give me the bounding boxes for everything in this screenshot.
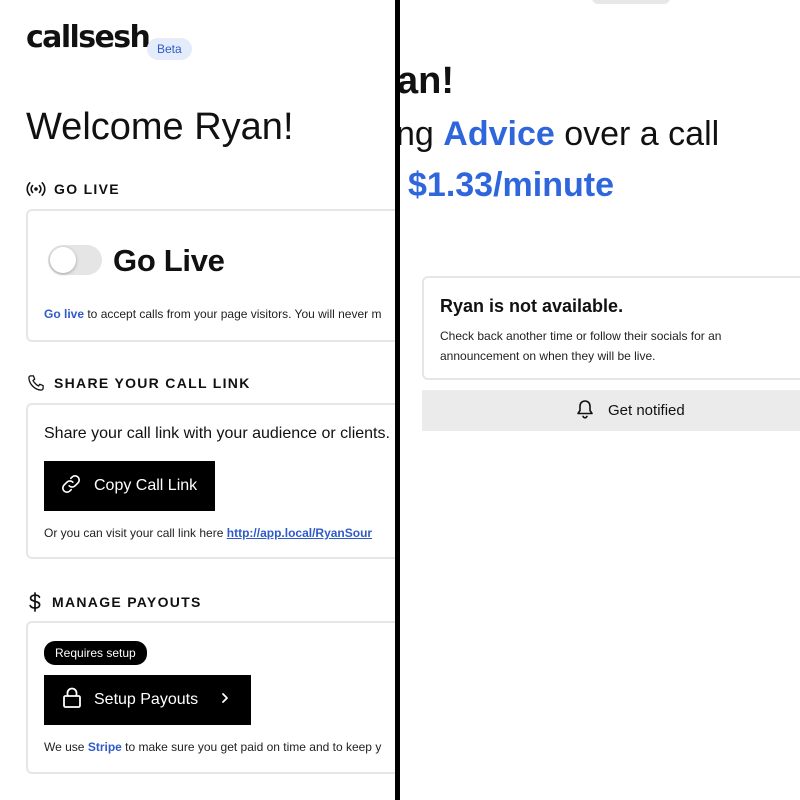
- manage-payouts-heading: MANAGE PAYOUTS: [26, 592, 202, 612]
- subheading-accent: Advice: [443, 115, 555, 153]
- share-call-link-heading-label: SHARE YOUR CALL LINK: [54, 375, 251, 391]
- go-live-card: Go Live Go live to accept calls from you…: [26, 209, 395, 342]
- top-tab-handle: [592, 0, 670, 4]
- go-live-heading: GO LIVE: [26, 181, 120, 197]
- chevron-right-icon: [220, 691, 230, 709]
- stripe-link[interactable]: Stripe: [88, 740, 122, 754]
- toggle-knob: [50, 247, 76, 273]
- share-call-link-text: Share your call link with your audience …: [44, 425, 390, 442]
- payouts-description: We use Stripe to make sure you get paid …: [44, 740, 381, 754]
- payouts-description-rest: to make sure you get paid on time and to…: [121, 740, 382, 754]
- status-badge: Requires setup: [44, 641, 147, 665]
- call-link-url[interactable]: http://app.local/RyanSour: [227, 526, 372, 540]
- manage-payouts-card: Requires setup Setup Payouts We use Stri…: [26, 621, 395, 774]
- go-live-title: Go Live: [113, 243, 225, 278]
- call-price: $1.33/minute: [408, 166, 614, 204]
- setup-payouts-label: Setup Payouts: [94, 691, 199, 708]
- unavailable-card: Ryan is not available. Check back anothe…: [422, 276, 800, 380]
- copy-call-link-button[interactable]: Copy Call Link: [44, 461, 215, 511]
- subheading-suffix: over a call: [554, 115, 720, 153]
- lock-icon: [62, 687, 82, 714]
- call-link-visit-prefix: Or you can visit your call link here: [44, 526, 227, 540]
- go-live-link[interactable]: Go live: [44, 307, 84, 321]
- call-link-visit-text: Or you can visit your call link here htt…: [44, 526, 372, 540]
- profile-heading: an!: [400, 60, 454, 102]
- public-profile-pane: an! ng Advice over a call $1.33/minute R…: [400, 0, 800, 800]
- go-live-description: Go live to accept calls from your page v…: [44, 307, 381, 321]
- go-live-heading-label: GO LIVE: [54, 181, 120, 197]
- unavailable-description: Check back another time or follow their …: [440, 329, 722, 363]
- subheading-prefix: ng: [400, 115, 444, 153]
- beta-badge: Beta: [147, 38, 192, 60]
- unavailable-title: Ryan is not available.: [440, 296, 624, 316]
- share-call-link-heading: SHARE YOUR CALL LINK: [26, 374, 251, 392]
- profile-subheading: ng Advice over a call: [400, 115, 719, 154]
- page-title: Welcome Ryan!: [26, 106, 294, 148]
- go-live-description-text: to accept calls from your page visitors.…: [84, 307, 382, 321]
- share-call-link-card: Share your call link with your audience …: [26, 403, 395, 559]
- creator-dashboard-pane: callsesh Beta Welcome Ryan! GO LIVE Go L…: [0, 0, 395, 800]
- bell-icon: [576, 399, 594, 423]
- setup-payouts-button[interactable]: Setup Payouts: [44, 675, 251, 725]
- get-notified-button[interactable]: Get notified: [422, 390, 800, 431]
- get-notified-label: Get notified: [608, 402, 685, 419]
- manage-payouts-heading-label: MANAGE PAYOUTS: [52, 594, 202, 610]
- payouts-description-prefix: We use: [44, 740, 88, 754]
- phone-icon: [26, 374, 46, 392]
- go-live-toggle[interactable]: [48, 245, 102, 275]
- app-logo[interactable]: callsesh: [26, 20, 151, 55]
- copy-call-link-label: Copy Call Link: [94, 477, 198, 494]
- dollar-icon: [26, 592, 44, 612]
- link-icon: [60, 473, 82, 500]
- broadcast-icon: [26, 181, 46, 197]
